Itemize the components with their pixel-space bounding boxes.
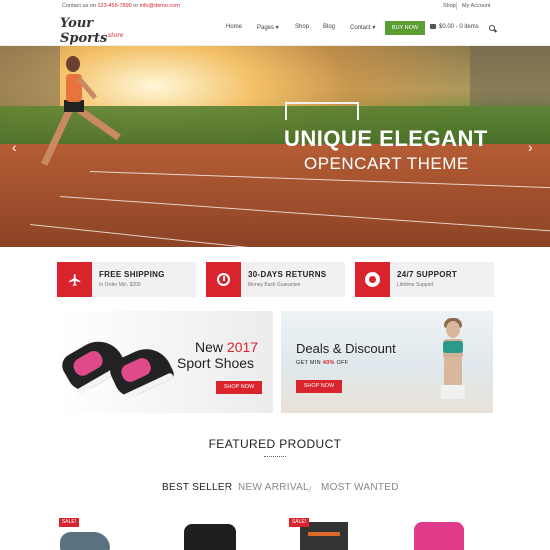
cart-total: $0.00 - 0 items: [439, 24, 479, 31]
feature-subtitle: Money Back Guarantee: [248, 282, 301, 288]
nav-blog[interactable]: Blog: [323, 24, 335, 30]
background-building: [470, 46, 550, 106]
hero-title: UNIQUE ELEGANT: [284, 126, 488, 151]
tab-new-arrival[interactable]: NEW ARRIVAL: [238, 482, 309, 493]
top-shop-link[interactable]: Shop: [443, 3, 456, 9]
feature-title: FREE SHIPPING: [99, 270, 165, 279]
feature-support: 24/7 SUPPORT Lifetime Support: [355, 262, 494, 297]
slider-next-arrow-icon[interactable]: ›: [528, 139, 533, 155]
my-account-link[interactable]: My Account: [462, 3, 490, 9]
feature-title: 30-DAYS RETURNS: [248, 270, 327, 279]
email-link[interactable]: info@demo.com: [140, 3, 180, 9]
contact-info: Contact us on 123-456-7890 or info@demo.…: [62, 3, 180, 9]
sale-badge: SALE!: [59, 518, 79, 527]
clock-icon: [217, 273, 230, 286]
contact-or: or: [133, 3, 139, 9]
banner-headline: Deals & Discount: [296, 341, 396, 356]
tab-separator: /: [225, 485, 228, 494]
contact-prefix: Contact us on: [62, 3, 96, 9]
lifebuoy-icon: [365, 272, 380, 287]
nav-shop[interactable]: Shop: [295, 24, 309, 30]
tab-best-seller[interactable]: BEST SELLER: [162, 482, 232, 493]
offer-suffix: OFF: [336, 360, 349, 366]
site-logo[interactable]: Your Sports store: [60, 16, 130, 46]
model-image: [426, 311, 486, 413]
product-image-shirt[interactable]: [184, 524, 236, 550]
phone-number[interactable]: 123-456-7890: [97, 3, 131, 9]
nav-contact[interactable]: Contact ▾: [350, 24, 375, 31]
top-divider: [456, 2, 457, 10]
product-image-polo[interactable]: [414, 522, 464, 550]
top-bar: Contact us on 123-456-7890 or info@demo.…: [0, 0, 550, 12]
buy-now-button[interactable]: BUY NOW: [385, 21, 425, 35]
feature-returns: 30-DAYS RETURNS Money Back Guarantee: [206, 262, 345, 297]
cart-summary[interactable]: $0.00 - 0 items: [430, 24, 479, 30]
shop-now-button[interactable]: SHOP NOW: [216, 381, 262, 394]
tab-separator: /: [309, 485, 312, 494]
hero-slider: UNIQUE ELEGANT OPENCART THEME ‹ ›: [0, 46, 550, 247]
feature-icon-box: [355, 262, 390, 297]
feature-subtitle: Lifetime Support: [397, 282, 434, 288]
nav-pages[interactable]: Pages ▾: [257, 24, 279, 31]
offer-percent: 40%: [322, 360, 335, 366]
banner-subheadline: Sport Shoes: [177, 355, 255, 371]
feature-subtitle: In Order Min. $200: [99, 282, 141, 288]
banner-deals-discount[interactable]: Deals & Discount GET MIN 40% OFF SHOP NO…: [281, 311, 493, 413]
featured-product-heading: FEATURED PRODUCT: [208, 437, 342, 451]
banner-offer-text: GET MIN 40% OFF: [296, 360, 348, 366]
feature-icon-box: [57, 262, 92, 297]
heading-decoration: [264, 454, 286, 457]
runner-image: [36, 56, 121, 226]
product-image-shoe[interactable]: [60, 532, 110, 550]
feature-free-shipping: FREE SHIPPING In Order Min. $200: [57, 262, 196, 297]
offer-prefix: GET MIN: [296, 360, 321, 366]
feature-title: 24/7 SUPPORT: [397, 270, 458, 279]
feature-icon-box: [206, 262, 241, 297]
logo-subtext: store: [108, 32, 124, 39]
slider-prev-arrow-icon[interactable]: ‹: [12, 139, 17, 155]
banner-year: 2017: [226, 339, 259, 355]
main-header: Your Sports store Home Pages ▾ Shop Blog…: [0, 12, 550, 46]
banner-headline: New 2017: [195, 339, 258, 355]
logo-text: Your Sports: [60, 16, 108, 46]
banner-new-label: New: [195, 339, 224, 355]
tab-most-wanted[interactable]: MOST WANTED: [321, 482, 399, 493]
hero-subtitle: OPENCART THEME: [304, 154, 469, 173]
banner-sport-shoes[interactable]: New 2017 Sport Shoes SHOP NOW: [57, 311, 273, 413]
nav-home[interactable]: Home: [226, 24, 242, 30]
cart-icon: [430, 24, 436, 29]
goal-post: [285, 102, 359, 120]
search-icon[interactable]: [489, 25, 495, 31]
airplane-icon: [69, 274, 81, 286]
sale-badge: SALE!: [289, 518, 309, 527]
shop-now-button[interactable]: SHOP NOW: [296, 380, 342, 393]
